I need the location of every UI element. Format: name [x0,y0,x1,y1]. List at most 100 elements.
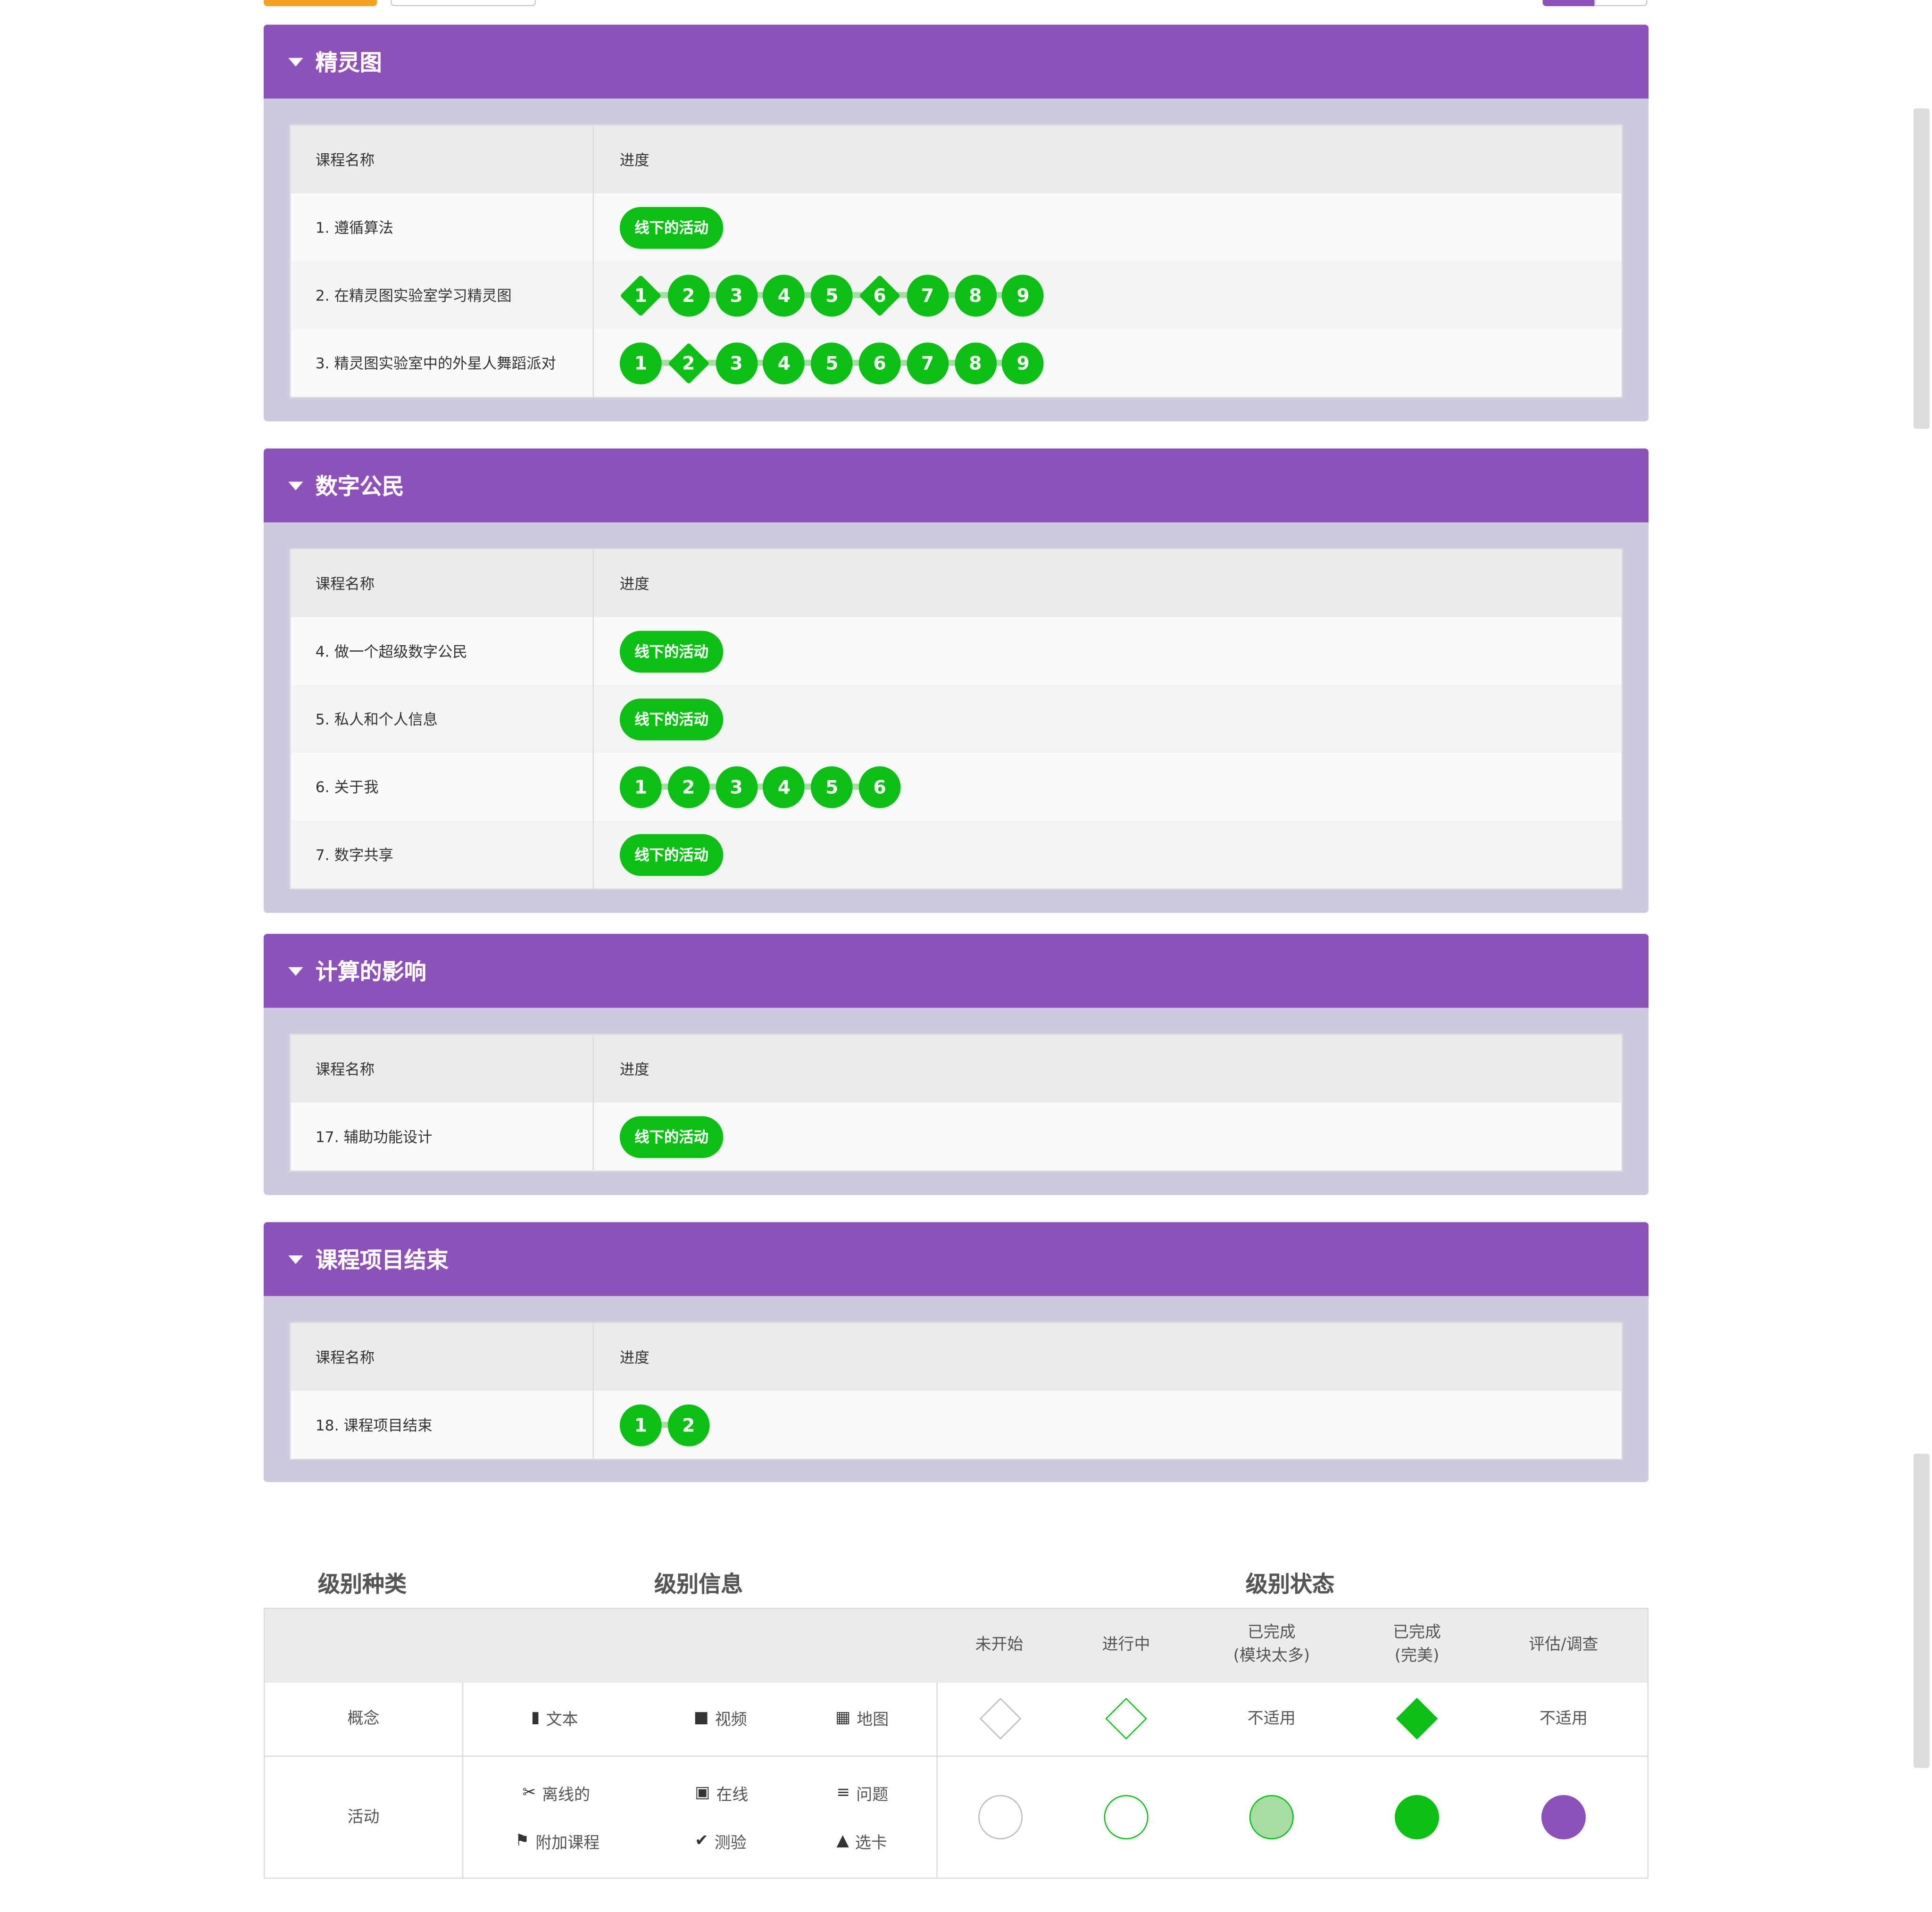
legend-table: 未开始 进行中 已完成 (模块太多) 已完成 (完美) 评估/调查 概念 ▮ 文本… [264,1607,1649,1879]
lesson-name-header: 课程名称 [291,125,594,194]
level-bubble[interactable]: 9 [1002,274,1044,316]
level-bubble[interactable]: 7 [907,341,949,384]
legend-status-title: 级别状态 [1245,1572,1335,1598]
table-row: 7. 数字共享 线下的活动 [291,820,1622,889]
scissors-icon: ✂ [522,1784,536,1803]
level-bubble[interactable]: 8 [954,274,997,316]
activity-in-progress-circle [1104,1795,1149,1840]
collapse-triangle-icon[interactable] [288,1255,303,1264]
video-camera-icon: ■ [693,1709,709,1728]
unit-title: 计算的影响 [315,959,426,986]
table-row: 18. 课程项目结束 12 [291,1391,1621,1459]
scrollbar-thumb-secondary[interactable] [1913,1454,1930,1768]
progress-header: 进度 [619,1349,650,1366]
concept-in-progress-diamond [1105,1697,1147,1740]
level-bubble[interactable]: 3 [715,341,758,384]
level-bubble[interactable]: 8 [954,341,997,384]
table-row: 3. 精灵图实验室中的外星人舞蹈派对 123456789 [291,329,1621,397]
level-bubble[interactable]: 9 [1002,341,1044,384]
legend-quiz-item: ✔ 测验 [695,1832,747,1853]
level-bubble[interactable]: 4 [763,274,805,316]
offline-activity-pill[interactable]: 线下的活动 [619,630,724,672]
table-row: 6. 关于我 123456 [291,753,1621,821]
table-header-row: 课程名称 进度 [291,549,1622,617]
lesson-name[interactable]: 6. 关于我 [291,753,594,821]
level-bubble[interactable]: 5 [811,765,853,808]
unit-header[interactable]: 精灵图 [264,25,1649,99]
lesson-name[interactable]: 5. 私人和个人信息 [291,685,594,753]
level-bubble[interactable]: 7 [907,274,949,316]
progress-table: 课程名称 进度 18. 课程项目结束 12 [289,1322,1623,1460]
offline-activity-pill[interactable]: 线下的活动 [619,206,724,249]
lesson-name[interactable]: 2. 在精灵图实验室学习精灵图 [291,261,594,329]
level-bubble[interactable]: 4 [763,341,805,384]
lesson-name-header: 课程名称 [291,549,594,617]
level-bubble[interactable]: 5 [811,274,853,316]
legend-concept-label: 概念 [347,1710,380,1729]
lesson-name[interactable]: 7. 数字共享 [291,820,594,889]
unit-title: 精灵图 [315,50,382,76]
unit-header[interactable]: 数字公民 [264,448,1649,523]
level-diamond[interactable]: 6 [859,274,901,316]
unit-section: 课程项目结束 课程名称 进度 18. 课程项目结束 12 [264,1222,1649,1482]
level-bubble[interactable]: 3 [715,765,758,808]
collapse-triangle-icon[interactable] [288,57,303,66]
list-icon: ≡ [836,1784,850,1803]
level-bubble[interactable]: 5 [811,341,853,384]
level-bubble[interactable]: 2 [667,765,710,808]
unit-section: 精灵图 课程名称 进度 1. 遵循算法 线下的活动 2. 在精灵图实验室学习精灵… [264,25,1649,422]
top-toggle-purple[interactable] [1542,0,1595,7]
offline-activity-pill[interactable]: 线下的活动 [619,1115,724,1158]
table-header-row: 课程名称 进度 [291,125,1622,194]
scrollbar-thumb[interactable] [1913,108,1930,429]
progress-header: 进度 [619,1061,650,1078]
level-bubble[interactable]: 2 [667,1404,710,1446]
desktop-icon: ▣ [695,1784,710,1803]
table-header-row: 课程名称 进度 [291,1035,1622,1103]
unit-header[interactable]: 课程项目结束 [264,1222,1649,1297]
level-bubble[interactable]: 6 [858,765,901,808]
activity-completed-too-many-circle [1249,1795,1294,1840]
unit-section: 数字公民 课程名称 进度 4. 做一个超级数字公民 线下的活动 5. 私人和个人… [264,448,1649,913]
lesson-name[interactable]: 3. 精灵图实验室中的外星人舞蹈派对 [291,329,594,397]
offline-activity-pill[interactable]: 线下的活动 [619,698,724,740]
offline-activity-pill[interactable]: 线下的活动 [619,833,724,875]
top-tab-white[interactable] [391,0,536,7]
document-icon: ▮ [531,1709,540,1728]
legend-video-item: ■ 视频 [693,1709,747,1730]
check-circle-icon: ✔ [695,1832,708,1851]
level-diamond[interactable]: 1 [620,274,662,316]
top-toggle-gray[interactable] [1594,0,1648,7]
table-row: 17. 辅助功能设计 线下的活动 [291,1102,1621,1171]
level-bubble[interactable]: 1 [619,341,662,384]
status-completed-too-many: 已完成 (模块太多) [1233,1623,1310,1666]
legend-online-item: ▣ 在线 [695,1784,749,1805]
level-bubble[interactable]: 4 [763,765,805,808]
level-bubble[interactable]: 1 [619,765,662,808]
page: 精灵图 课程名称 进度 1. 遵循算法 线下的活动 2. 在精灵图实验室学习精灵… [0,0,1932,1912]
level-diamond[interactable]: 2 [667,342,709,384]
collapse-triangle-icon[interactable] [288,481,303,490]
unit-title: 数字公民 [315,474,404,500]
level-bubble[interactable]: 2 [667,274,710,316]
flag-icon: ⚑ [515,1832,530,1851]
top-tab-orange[interactable] [264,0,377,7]
progress-table: 课程名称 进度 4. 做一个超级数字公民 线下的活动 5. 私人和个人信息 线下… [289,548,1623,890]
status-assessment: 评估/调查 [1529,1636,1599,1655]
level-bubble[interactable]: 3 [715,274,758,316]
concept-completed-too-many-na: 不适用 [1247,1710,1296,1729]
lesson-name[interactable]: 1. 遵循算法 [291,193,594,261]
table-row: 4. 做一个超级数字公民 线下的活动 [291,617,1621,685]
unit-header[interactable]: 计算的影响 [264,934,1649,1008]
collapse-triangle-icon[interactable] [288,966,303,975]
concept-not-started-diamond [979,1697,1022,1740]
level-bubble[interactable]: 1 [619,1404,662,1446]
lesson-name[interactable]: 4. 做一个超级数字公民 [291,617,594,685]
legend-map-item: ▦ 地图 [835,1709,889,1730]
concept-completed-perfect-diamond [1396,1697,1438,1740]
table-row: 2. 在精灵图实验室学习精灵图 123456789 [291,261,1622,329]
lesson-name[interactable]: 18. 课程项目结束 [291,1391,594,1459]
lesson-name[interactable]: 17. 辅助功能设计 [291,1102,594,1171]
legend-kind-title: 级别种类 [317,1572,407,1598]
level-bubble[interactable]: 6 [858,341,901,384]
